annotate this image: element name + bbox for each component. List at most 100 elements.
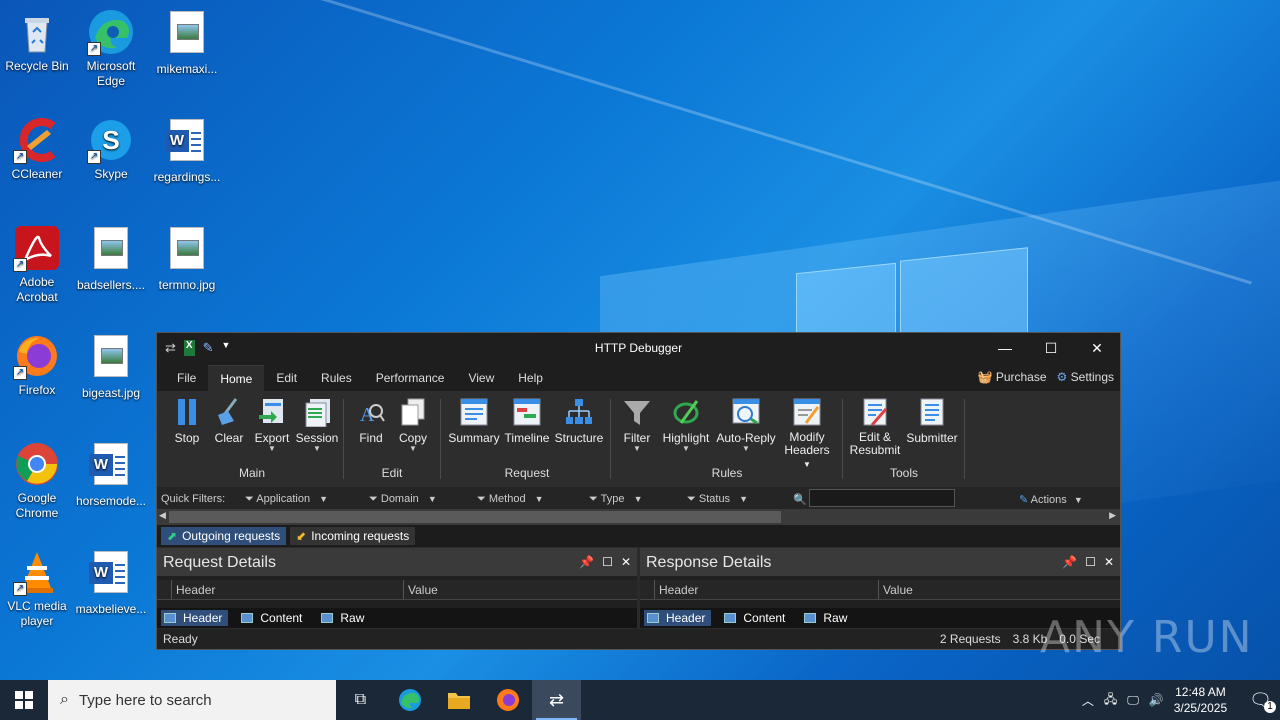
session-button[interactable]: Session ▼ [295,397,339,453]
maximize-pane-icon[interactable]: ☐ [602,555,613,569]
maximize-pane-icon[interactable]: ☐ [1085,555,1096,569]
summary-button[interactable]: Summary [447,397,501,445]
settings-button[interactable]: ⚙ Settings [1057,370,1114,384]
close-pane-icon[interactable]: ✕ [621,555,631,569]
desktop-icon-edge[interactable]: ↗ Microsoft Edge [74,8,148,89]
copy-button[interactable]: Copy ▼ [393,397,433,453]
structure-label: Structure [554,431,604,445]
column-header[interactable]: Header [171,580,403,599]
submitter-button[interactable]: Submitter [905,397,959,445]
volume-icon[interactable]: 🔊 [1149,693,1164,707]
menu-view[interactable]: View [456,365,506,391]
column-value[interactable]: Value [403,580,637,599]
scroll-right-icon[interactable]: ▶ [1109,510,1116,521]
domain-filter[interactable]: ⏷ Domain ▼ [369,493,437,506]
desktop-icon-vlc[interactable]: ↗ VLC media player [0,548,74,629]
stop-button[interactable]: Stop [167,397,207,445]
desktop-icon-horsemode[interactable]: W horsemode... [74,440,148,509]
status-filter[interactable]: ⏷ Status ▼ [687,493,748,506]
tab-content[interactable]: Content [238,610,308,626]
status-requests: 2 Requests [939,632,1001,646]
minimize-button[interactable]: — [982,333,1028,363]
clock[interactable]: 12:48 AM 3/25/2025 [1174,684,1227,716]
title-bar: ⇄ X ✎ ▼ HTTP Debugger — ☐ ✕ [157,333,1120,363]
menu-rules[interactable]: Rules [309,365,364,391]
system-tray: ︿ 🖧 🖵 🔊 12:48 AM 3/25/2025 🗨 1 [1082,680,1280,720]
desktop-icon-skype[interactable]: S ↗ Skype [74,116,148,182]
modify-headers-button[interactable]: Modify Headers ▼ [779,397,835,471]
desktop-icon-google-chrome[interactable]: Google Chrome [0,440,74,521]
search-icon: ⌕ [60,691,69,708]
pin-icon[interactable]: 📌 [579,555,594,569]
application-filter[interactable]: ⏷ Application ▼ [245,493,328,506]
desktop-icon-label: maxbelieve... [75,602,147,616]
method-filter[interactable]: ⏷ Method ▼ [477,493,544,506]
chevron-up-icon[interactable]: ︿ [1082,692,1094,709]
structure-button[interactable]: Structure [553,397,605,445]
desktop-icon-maxbelieve[interactable]: W maxbelieve... [74,548,148,617]
pin-icon[interactable]: 📌 [1062,555,1077,569]
network-icon[interactable]: 🖧 [1104,690,1117,711]
task-view-button[interactable]: ⧉ [336,680,385,720]
export-button[interactable]: Export ▼ [251,397,293,453]
recycle-bin-icon [13,8,61,56]
menu-help[interactable]: Help [506,365,555,391]
desktop-icon-firefox[interactable]: ↗ Firefox [0,332,74,398]
column-header[interactable]: Header [654,580,878,599]
desktop-icon-mikemaxi[interactable]: mikemaxi... [150,8,224,77]
menu-file[interactable]: File [165,365,208,391]
purchase-button[interactable]: 🧺 Purchase [978,370,1047,384]
scrollbar-thumb[interactable] [169,511,781,523]
desktop-icon-label: Microsoft Edge [86,59,136,88]
desktop-icon-bigeast[interactable]: bigeast.jpg [74,332,148,401]
timeline-button[interactable]: Timeline [503,397,551,445]
find-button[interactable]: A Find [351,397,391,445]
chevron-down-icon: ▼ [1073,495,1083,505]
close-pane-icon[interactable]: ✕ [1104,555,1114,569]
desktop-icon-badsellers[interactable]: badsellers.... [74,224,148,293]
scroll-left-icon[interactable]: ◀ [159,510,166,521]
clear-button[interactable]: Clear [209,397,249,445]
tab-content[interactable]: Content [721,610,791,626]
menu-edit[interactable]: Edit [264,365,309,391]
close-button[interactable]: ✕ [1074,333,1120,363]
raw-icon [804,613,817,623]
request-bottom-tabs: Header Content Raw [157,608,637,628]
notification-center-button[interactable]: 🗨 1 [1249,690,1276,713]
highlight-button[interactable]: Highlight ▼ [659,397,713,453]
maximize-button[interactable]: ☐ [1028,333,1074,363]
tab-outgoing-requests[interactable]: ⬈ Outgoing requests [161,527,287,545]
submitter-label: Submitter [906,431,958,445]
tab-raw[interactable]: Raw [801,610,853,626]
menu-home[interactable]: Home [208,365,265,391]
desktop-icon-label: Skype [94,167,128,181]
taskbar-file-explorer[interactable] [434,680,483,720]
edit-resubmit-button[interactable]: Edit & Resubmit [847,397,903,457]
tab-header[interactable]: Header [644,610,712,626]
horizontal-scrollbar[interactable]: ◀ ▶ [157,509,1120,525]
highlight-label: Highlight [662,431,710,445]
desktop-icon-termno[interactable]: termno.jpg [150,224,224,293]
gear-icon: ⚙ [1056,370,1068,384]
taskbar-edge[interactable] [385,680,434,720]
type-filter[interactable]: ⏷ Type ▼ [589,493,643,506]
start-button[interactable] [0,680,48,720]
auto-reply-button[interactable]: Auto-Reply ▼ [715,397,777,453]
tab-header[interactable]: Header [161,610,229,626]
actions-dropdown[interactable]: ✎ Actions ▼ [1019,493,1083,506]
filter-search-input[interactable] [809,489,955,507]
tab-incoming-requests[interactable]: ⬋ Incoming requests [290,527,416,545]
display-icon[interactable]: 🖵 [1127,693,1139,708]
desktop-icon-ccleaner[interactable]: ↗ CCleaner [0,116,74,182]
word-doc-icon: W [163,119,211,167]
menu-performance[interactable]: Performance [364,365,457,391]
taskbar-firefox[interactable] [483,680,532,720]
desktop-icon-regardings[interactable]: W regardings... [150,116,224,185]
filter-button[interactable]: Filter ▼ [617,397,657,453]
desktop-icon-recycle-bin[interactable]: Recycle Bin [0,8,74,74]
taskbar-search-box[interactable]: ⌕ Type here to search [48,680,336,720]
desktop-icon-adobe-acrobat[interactable]: ↗ Adobe Acrobat [0,224,74,305]
tab-raw[interactable]: Raw [318,610,370,626]
taskbar-http-debugger[interactable]: ⇄ [532,680,581,720]
column-value[interactable]: Value [878,580,1120,599]
